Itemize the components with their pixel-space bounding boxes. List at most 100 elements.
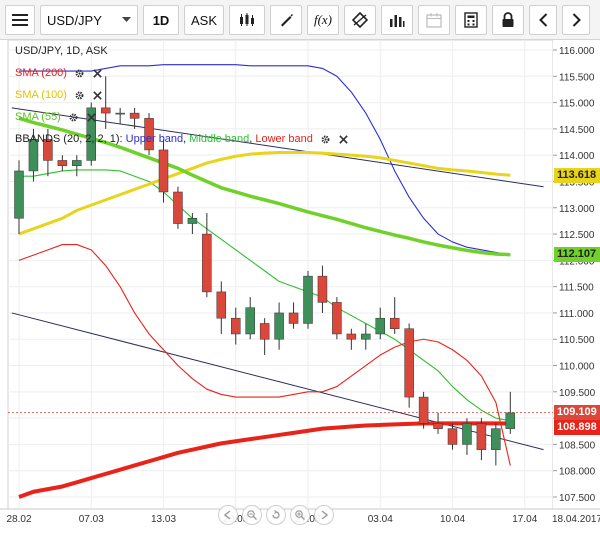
last-price-tag: 109.109	[554, 404, 600, 420]
candle-body[interactable]	[332, 302, 342, 335]
legend-title-text: USD/JPY, 1D, ASK	[15, 45, 108, 58]
price-type-select[interactable]: ASK	[184, 5, 224, 35]
y-tick-label: 116.000	[559, 46, 595, 57]
legend-bbands-label: BBANDS (20, 2, 2, 1):	[15, 133, 123, 146]
candle-body[interactable]	[115, 112, 125, 115]
candle-body[interactable]	[491, 428, 501, 450]
chevron-down-icon	[122, 17, 131, 22]
candle-body[interactable]	[375, 317, 385, 335]
candle-body[interactable]	[505, 412, 516, 429]
chart-navigation	[218, 505, 334, 525]
candle-body[interactable]	[14, 170, 24, 219]
y-tick-label: 109.500	[559, 388, 596, 399]
y-tick-label: 115.500	[559, 72, 595, 83]
candle-body[interactable]	[462, 423, 472, 445]
candle-body[interactable]	[173, 191, 183, 224]
candle-body[interactable]	[447, 428, 458, 445]
scroll-left-button[interactable]	[218, 505, 238, 525]
legend-sma200-label: SMA (200)	[15, 67, 67, 80]
legend-bbands-middle: Middle band	[189, 133, 250, 146]
candle-body[interactable]	[418, 396, 429, 424]
draw-button[interactable]	[270, 5, 302, 35]
y-tick-label: 110.500	[559, 335, 595, 346]
candle-body[interactable]	[202, 233, 212, 293]
candle-body[interactable]	[129, 112, 140, 119]
legend-sma100-label: SMA (100)	[15, 89, 67, 102]
candle-type-icon	[240, 13, 254, 26]
candle-body[interactable]	[72, 160, 82, 166]
candle-body[interactable]	[361, 333, 371, 340]
candle-body[interactable]	[259, 323, 270, 340]
volume-button[interactable]	[381, 5, 413, 35]
y-tick-label: 114.000	[559, 151, 595, 162]
calendar-icon	[426, 12, 442, 28]
gear-icon[interactable]	[68, 112, 79, 123]
close-icon[interactable]	[92, 68, 103, 79]
next-button[interactable]	[562, 5, 590, 35]
close-icon[interactable]	[338, 134, 349, 145]
y-tick-label: 112.500	[559, 230, 595, 241]
legend-sma200[interactable]: SMA (200)	[15, 67, 103, 79]
candle-body[interactable]	[158, 149, 169, 193]
legend-sma55[interactable]: SMA (55)	[15, 111, 97, 123]
scroll-right-button[interactable]	[314, 505, 334, 525]
x-tick-label: 07.03	[79, 514, 104, 525]
zoom-in-icon	[295, 510, 305, 520]
toolbar: USD/JPY 1D ASK f(x)	[0, 0, 600, 40]
lock-button[interactable]	[492, 5, 524, 35]
candle-body[interactable]	[245, 307, 255, 335]
candle-body[interactable]	[216, 291, 227, 319]
chart-type-button[interactable]	[229, 5, 265, 35]
legend-separator: ,	[249, 133, 253, 146]
symbol-select[interactable]: USD/JPY	[40, 5, 138, 35]
candle-body[interactable]	[404, 328, 414, 398]
next-icon	[572, 13, 581, 27]
gear-icon[interactable]	[74, 68, 85, 79]
candle-body[interactable]	[389, 317, 400, 329]
y-tick-label: 108.500	[559, 440, 596, 451]
candle-body[interactable]	[288, 312, 299, 324]
candle-body[interactable]	[303, 275, 313, 324]
gear-icon[interactable]	[320, 134, 331, 145]
indicator-button[interactable]: f(x)	[307, 5, 339, 35]
x-tick-label: 13.03	[151, 514, 176, 525]
interval-label: 1D	[152, 12, 170, 28]
legend-sma100[interactable]: SMA (100)	[15, 89, 103, 101]
reset-icon	[272, 510, 280, 519]
legend-bbands-lower: Lower band	[255, 133, 313, 146]
chevron-left-icon	[224, 511, 231, 519]
chevron-right-icon	[321, 511, 328, 519]
candle-body[interactable]	[100, 107, 111, 114]
zoom-in-button[interactable]	[290, 505, 310, 525]
y-tick-label: 114.500	[559, 125, 595, 136]
reset-button[interactable]	[266, 505, 286, 525]
candle-body[interactable]	[476, 423, 487, 450]
candle-body[interactable]	[317, 275, 328, 303]
interval-select[interactable]: 1D	[143, 5, 179, 35]
close-icon[interactable]	[92, 90, 103, 101]
x-tick-label: 10.04	[440, 514, 465, 525]
calendar-button[interactable]	[418, 5, 450, 35]
candle-body[interactable]	[274, 312, 284, 340]
y-tick-label: 107.500	[559, 493, 596, 504]
calculator-button[interactable]	[455, 5, 487, 35]
candle-body[interactable]	[187, 218, 198, 224]
prev-icon	[538, 13, 547, 27]
legend-sma55-label: SMA (55)	[15, 111, 61, 124]
sma200-price-tag: 108.898	[554, 419, 600, 435]
prev-button[interactable]	[529, 5, 557, 35]
candle-body[interactable]	[231, 317, 241, 335]
menu-button[interactable]	[5, 5, 35, 35]
close-icon[interactable]	[86, 112, 97, 123]
crosshair-button[interactable]	[344, 5, 376, 35]
chart-area[interactable]: 116.000 115.500 115.000 114.500 114.000 113.5…	[0, 39, 600, 549]
x-tick-label: 28.02	[6, 514, 31, 525]
legend-bbands[interactable]: BBANDS (20, 2, 2, 1): Upper band, Middle…	[15, 133, 349, 145]
candle-body[interactable]	[57, 160, 68, 166]
x-tick-label: 03.04	[368, 514, 393, 525]
menu-icon	[12, 14, 28, 26]
gear-icon[interactable]	[74, 90, 85, 101]
zoom-out-button[interactable]	[242, 505, 262, 525]
candle-body[interactable]	[346, 333, 357, 340]
candle-body[interactable]	[433, 423, 443, 429]
